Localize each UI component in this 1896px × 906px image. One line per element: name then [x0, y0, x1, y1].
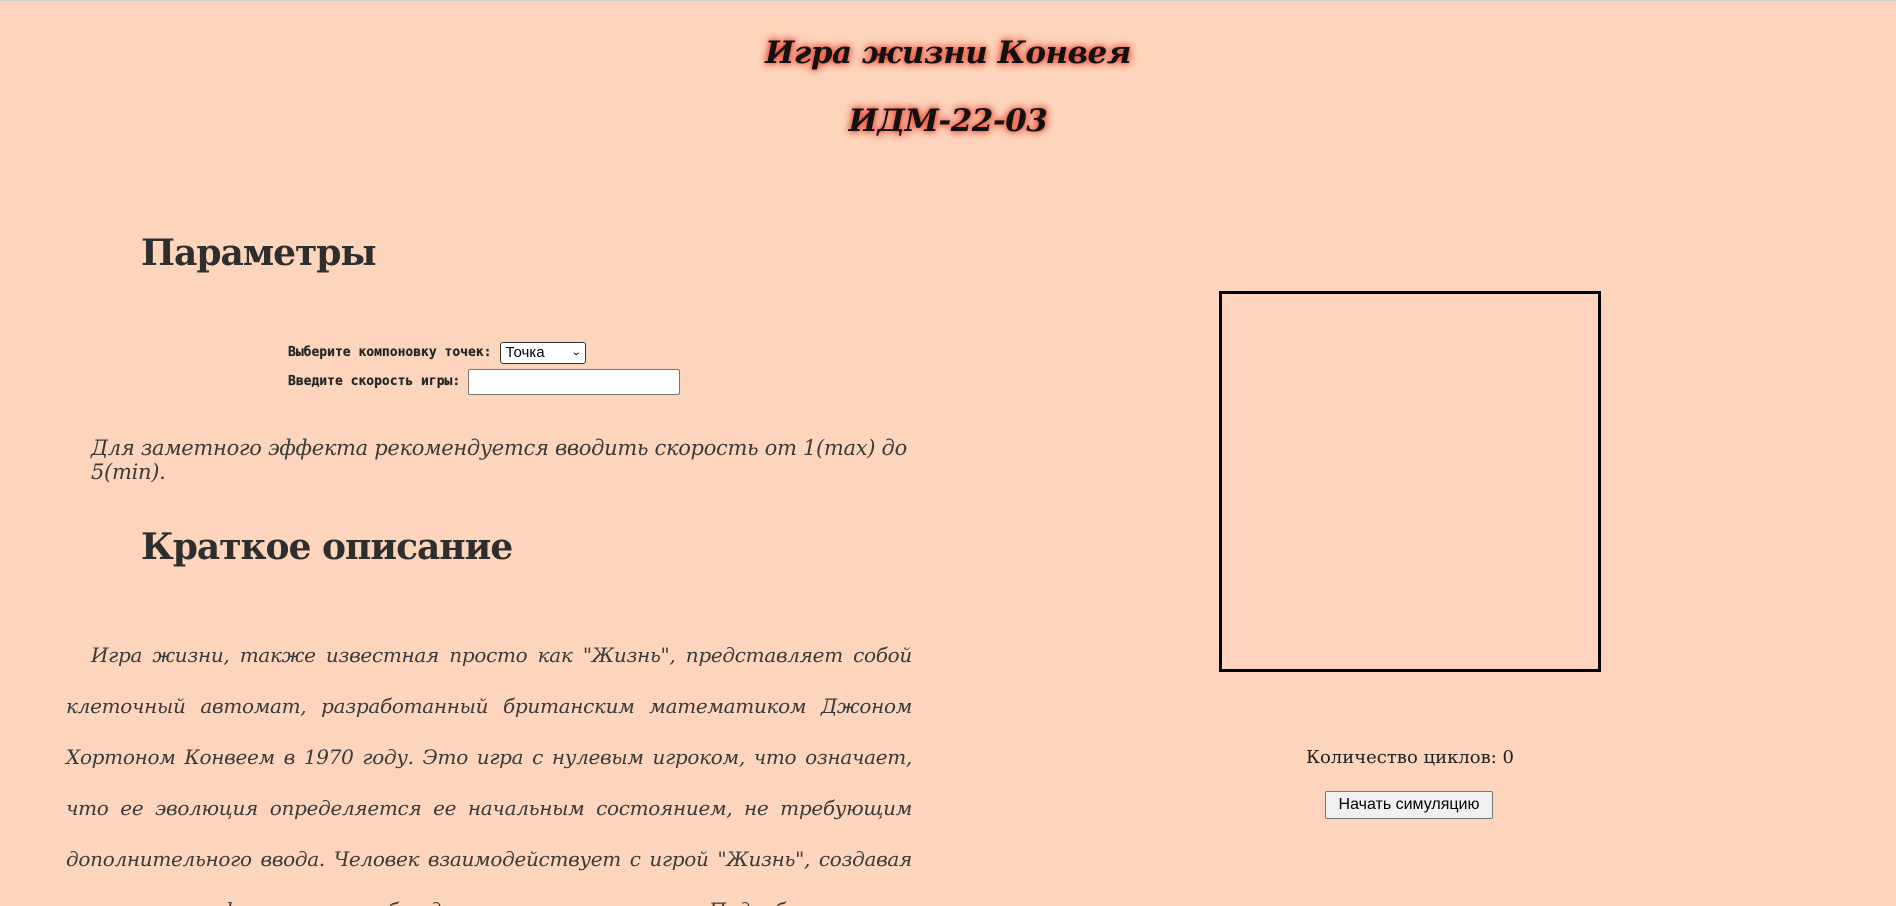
cycle-counter: Количество циклов: 0 — [1306, 747, 1514, 768]
params-form: Выберите компоновку точек: Точка ⌄ Введи… — [288, 338, 681, 396]
layout-row: Выберите компоновку точек: Точка ⌄ — [288, 338, 680, 367]
layout-select-value: Точка — [505, 344, 545, 361]
chevron-down-icon: ⌄ — [570, 347, 582, 358]
params-heading: Параметры — [141, 232, 377, 274]
game-canvas[interactable] — [1219, 291, 1601, 672]
speed-input[interactable] — [468, 368, 681, 395]
layout-label: Выберите компоновку точек: — [288, 345, 492, 360]
speed-label: Введите скорость игры: — [288, 374, 461, 389]
layout-select[interactable]: Точка ⌄ — [499, 341, 586, 364]
speed-row: Введите скорость игры: — [288, 367, 681, 396]
about-heading: Краткое описание — [141, 526, 513, 568]
speed-hint: Для заметного эффекта рекомендуется ввод… — [91, 436, 907, 484]
left-column: Параметры Выберите компоновку точек: Точ… — [66, 0, 912, 906]
start-simulation-button[interactable]: Начать симуляцию — [1325, 791, 1493, 819]
about-text: Игра жизни, также известная просто как "… — [66, 643, 912, 906]
